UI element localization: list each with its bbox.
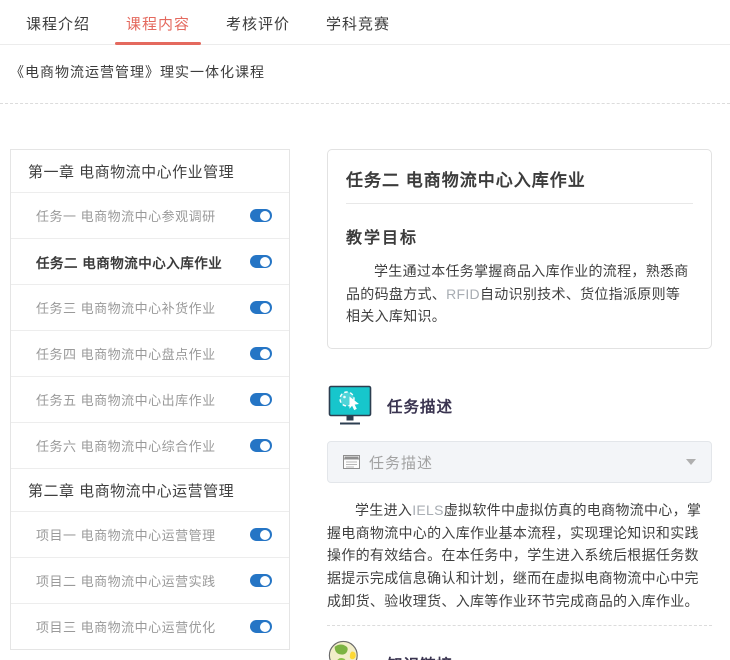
sidebar-item-label: 项目一 电商物流中心运营管理 bbox=[36, 525, 216, 544]
tab-competition[interactable]: 学科竞赛 bbox=[326, 13, 390, 44]
toggle-switch[interactable] bbox=[250, 301, 272, 314]
sidebar-item-label: 任务六 电商物流中心综合作业 bbox=[36, 436, 216, 455]
sidebar-item-task5[interactable]: 任务五 电商物流中心出库作业 bbox=[11, 376, 289, 422]
sidebar-item-label: 任务三 电商物流中心补货作业 bbox=[36, 298, 216, 317]
chevron-down-icon bbox=[686, 459, 696, 465]
task-desc-heading: 任务描述 bbox=[387, 395, 453, 417]
knowledge-heading: 知识链接 bbox=[387, 653, 453, 660]
sidebar-item-project3[interactable]: 项目三 电商物流中心运营优化 bbox=[11, 603, 289, 649]
sidebar-item-task6[interactable]: 任务六 电商物流中心综合作业 bbox=[11, 422, 289, 468]
toggle-switch[interactable] bbox=[250, 393, 272, 406]
task-title: 任务二 电商物流中心入库作业 bbox=[346, 166, 693, 204]
sidebar-item-task3[interactable]: 任务三 电商物流中心补货作业 bbox=[11, 284, 289, 330]
toggle-switch[interactable] bbox=[250, 528, 272, 541]
objective-heading: 教学目标 bbox=[346, 224, 693, 248]
content-area: 任务二 电商物流中心入库作业 教学目标 学生通过本任务掌握商品入库作业的流程，熟… bbox=[327, 149, 712, 660]
task-intro-card: 任务二 电商物流中心入库作业 教学目标 学生通过本任务掌握商品入库作业的流程，熟… bbox=[327, 149, 712, 349]
task-desc-section-head: 任务描述 bbox=[327, 385, 712, 426]
tab-course-content[interactable]: 课程内容 bbox=[126, 13, 190, 44]
sidebar-item-task1[interactable]: 任务一 电商物流中心参观调研 bbox=[11, 192, 289, 238]
chapter-1-header: 第一章 电商物流中心作业管理 bbox=[11, 150, 289, 192]
chapter-2-header: 第二章 电商物流中心运营管理 bbox=[11, 468, 289, 511]
knowledge-section-head: 知识链接 bbox=[327, 638, 712, 660]
task-desc-paragraph: 学生进入IELS虚拟软件中虚拟仿真的电商物流中心，掌握电商物流中心的入库作业基本… bbox=[327, 499, 712, 612]
toggle-switch[interactable] bbox=[250, 209, 272, 222]
sidebar-item-task4[interactable]: 任务四 电商物流中心盘点作业 bbox=[11, 330, 289, 376]
main-layout: 第一章 电商物流中心作业管理 任务一 电商物流中心参观调研 任务二 电商物流中心… bbox=[0, 149, 730, 660]
tab-assessment[interactable]: 考核评价 bbox=[226, 13, 290, 44]
course-subtitle: 《电商物流运营管理》理实一体化课程 bbox=[10, 62, 730, 82]
sidebar-item-project1[interactable]: 项目一 电商物流中心运营管理 bbox=[11, 511, 289, 557]
sidebar-item-task2[interactable]: 任务二 电商物流中心入库作业 bbox=[11, 238, 289, 284]
dropdown-label: 任务描述 bbox=[369, 452, 433, 473]
tab-course-intro[interactable]: 课程介绍 bbox=[26, 13, 90, 44]
sidebar-item-label: 任务四 电商物流中心盘点作业 bbox=[36, 344, 216, 363]
sidebar-item-label: 项目三 电商物流中心运营优化 bbox=[36, 617, 216, 636]
toggle-switch[interactable] bbox=[250, 347, 272, 360]
toggle-switch[interactable] bbox=[250, 620, 272, 633]
toggle-switch[interactable] bbox=[250, 574, 272, 587]
sidebar-item-label: 任务五 电商物流中心出库作业 bbox=[36, 390, 216, 409]
top-tab-bar: 课程介绍 课程内容 考核评价 学科竞赛 bbox=[0, 0, 730, 45]
dashed-divider bbox=[0, 103, 730, 104]
window-list-icon bbox=[343, 455, 360, 469]
toggle-switch[interactable] bbox=[250, 439, 272, 452]
task-desc-dropdown[interactable]: 任务描述 bbox=[327, 441, 712, 483]
sidebar-item-label: 任务一 电商物流中心参观调研 bbox=[36, 206, 216, 225]
sidebar-item-label: 项目二 电商物流中心运营实践 bbox=[36, 571, 216, 590]
globe-keyboard-icon bbox=[327, 638, 373, 660]
toggle-switch[interactable] bbox=[250, 255, 272, 268]
sidebar-item-project2[interactable]: 项目二 电商物流中心运营实践 bbox=[11, 557, 289, 603]
objective-paragraph: 学生通过本任务掌握商品入库作业的流程，熟悉商品的码盘方式、RFID自动识别技术、… bbox=[346, 260, 693, 328]
sidebar-item-label: 任务二 电商物流中心入库作业 bbox=[36, 252, 222, 272]
dashed-divider-bottom bbox=[327, 625, 712, 626]
chapter-sidebar: 第一章 电商物流中心作业管理 任务一 电商物流中心参观调研 任务二 电商物流中心… bbox=[10, 149, 290, 650]
monitor-globe-icon bbox=[327, 385, 373, 426]
